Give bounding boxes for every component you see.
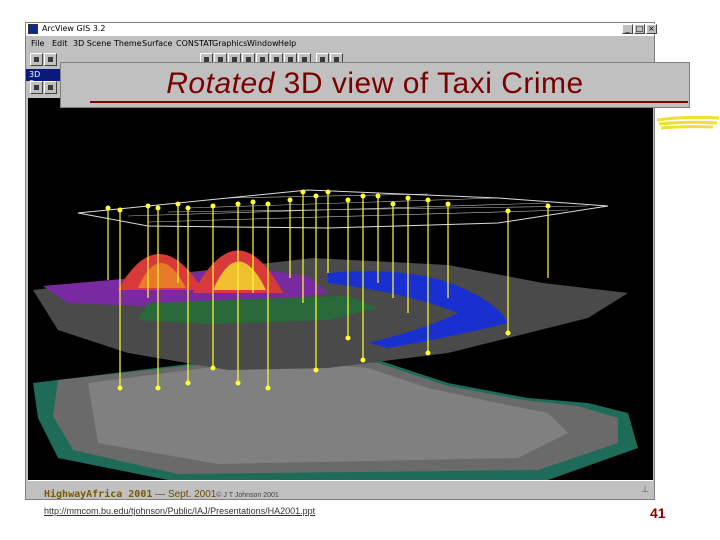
- menu-theme[interactable]: Theme: [114, 39, 142, 48]
- decorative-swoosh: [656, 115, 720, 130]
- crime-point: [313, 367, 319, 373]
- footer-credit: HighwayAfrica 2001 — Sept. 2001© J T Joh…: [44, 489, 279, 500]
- menu-edit[interactable]: Edit: [52, 39, 68, 48]
- crime-point: [235, 201, 241, 207]
- crime-point: [105, 205, 111, 211]
- crime-point: [235, 380, 241, 386]
- menu-surface[interactable]: Surface: [142, 39, 172, 48]
- menu-constat[interactable]: CONSTAT: [176, 39, 213, 48]
- crime-point: [155, 385, 161, 391]
- pointer-icon: [48, 85, 53, 90]
- document-tab[interactable]: 3D Scene: [26, 69, 63, 88]
- crime-point: [445, 201, 451, 207]
- add-theme-button[interactable]: [44, 53, 57, 66]
- menu-window[interactable]: Window: [247, 39, 279, 48]
- crime-point: [345, 197, 351, 203]
- crime-point: [185, 380, 191, 386]
- crime-point: [117, 385, 123, 391]
- minimize-button[interactable]: _: [622, 24, 633, 34]
- menu-3d-scene[interactable]: 3D Scene: [73, 39, 111, 48]
- crime-point: [390, 201, 396, 207]
- crime-point: [265, 385, 271, 391]
- identify-tool-button[interactable]: [30, 81, 43, 94]
- slide-title: Rotated 3D view of Taxi Crime: [61, 67, 689, 101]
- slide-title-italic: Rotated: [166, 67, 275, 100]
- page-number: 41: [650, 505, 666, 521]
- crime-point: [175, 201, 181, 207]
- menu-graphics[interactable]: Graphics: [212, 39, 247, 48]
- disk-icon: [34, 57, 39, 62]
- crime-point: [265, 201, 271, 207]
- save-tool-button[interactable]: [30, 53, 43, 66]
- crime-point: [250, 199, 256, 205]
- title-underline: [90, 101, 688, 103]
- menu-file[interactable]: File: [31, 39, 44, 48]
- crime-point: [345, 335, 351, 341]
- crime-point: [210, 203, 216, 209]
- crime-point: [287, 197, 293, 203]
- resize-grip-icon[interactable]: ⊥: [641, 484, 649, 495]
- crime-points-layer: [127, 193, 589, 223]
- city-inner-layer: [88, 360, 568, 464]
- crime-point: [155, 205, 161, 211]
- pointer-tool-button[interactable]: [44, 81, 57, 94]
- window-title: ArcView GIS 3.2: [42, 24, 106, 33]
- taxi-crime-3d-scene: [33, 189, 638, 480]
- crime-point: [117, 207, 123, 213]
- menu-bar: File Edit 3D Scene Theme Surface CONSTAT…: [26, 37, 654, 50]
- plus-icon: [48, 57, 53, 62]
- window-titlebar: ArcView GIS 3.2 _ □ ×: [26, 23, 657, 37]
- 3d-scene-viewport[interactable]: [28, 98, 653, 480]
- crime-point: [300, 189, 306, 195]
- slide-title-rest: 3D view of Taxi Crime: [274, 67, 584, 100]
- footer-copyright: © J T Johnson 2001: [216, 492, 279, 499]
- footer-brand: HighwayAfrica 2001: [44, 489, 153, 500]
- crime-point: [505, 208, 511, 214]
- crime-point: [505, 330, 511, 336]
- crime-point: [145, 203, 151, 209]
- crime-point: [405, 195, 411, 201]
- crime-point: [360, 357, 366, 363]
- footer-url-link[interactable]: http://mmcom.bu.edu/tjohnson/Public/IAJ/…: [44, 506, 315, 516]
- crime-point: [425, 197, 431, 203]
- crime-point: [185, 205, 191, 211]
- info-icon: [34, 85, 39, 90]
- crime-point: [360, 193, 366, 199]
- crime-point: [210, 365, 216, 371]
- crime-point: [375, 193, 381, 199]
- arcview-app-icon: [28, 24, 38, 34]
- close-button[interactable]: ×: [646, 24, 657, 34]
- crime-point: [313, 193, 319, 199]
- footer-dash: —: [152, 489, 168, 500]
- footer-date: Sept. 2001: [167, 489, 217, 500]
- crime-point: [325, 189, 331, 195]
- menu-help[interactable]: Help: [278, 39, 296, 48]
- maximize-button[interactable]: □: [634, 24, 645, 34]
- crime-point: [425, 350, 431, 356]
- crime-point: [545, 203, 551, 209]
- crime-points-grid: [127, 193, 589, 223]
